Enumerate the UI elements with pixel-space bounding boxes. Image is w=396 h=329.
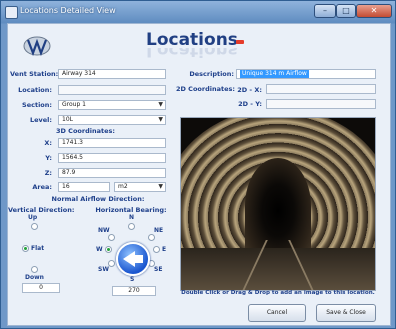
bearing-e-label: E <box>162 246 167 253</box>
radio-bearing-ne[interactable] <box>148 234 155 241</box>
bearing-s-label: S <box>130 276 135 283</box>
x-coordinate-input[interactable]: 1741.3 <box>58 138 166 148</box>
y-label: Y: <box>45 154 52 162</box>
radio-flat[interactable] <box>22 245 29 252</box>
level-label: Level: <box>29 116 52 124</box>
vent-station-input[interactable]: Airway 314 <box>58 69 166 79</box>
bearing-ne-label: NE <box>154 227 164 234</box>
coord-2d-y-input[interactable] <box>266 99 376 109</box>
radio-up[interactable] <box>31 223 38 230</box>
description-selected-text: Unique 314 m Airflow <box>240 70 309 78</box>
coords-3d-label: 3D Coordinates: <box>56 127 115 135</box>
radio-bearing-w[interactable] <box>105 246 112 253</box>
radio-bearing-n[interactable] <box>128 223 135 230</box>
compass-dial[interactable] <box>116 242 150 276</box>
page-title-reflection: Locations <box>146 48 238 60</box>
level-select[interactable]: 10L ▼ <box>58 115 166 125</box>
radio-bearing-e[interactable] <box>153 246 160 253</box>
section-label: Section: <box>22 101 52 109</box>
horizontal-bearing-label: Horizontal Bearing: <box>95 206 167 214</box>
location-label: Location: <box>18 86 52 94</box>
area-unit-select[interactable]: m2 ▼ <box>114 182 166 192</box>
up-label: Up <box>28 214 38 221</box>
close-button[interactable]: ✕ <box>356 4 392 18</box>
location-image-dropzone[interactable] <box>180 117 376 291</box>
bearing-n-label: N <box>129 214 135 221</box>
chevron-down-icon[interactable]: ▼ <box>158 183 163 191</box>
bearing-value-field[interactable]: 270 <box>112 286 156 296</box>
cancel-button[interactable]: Cancel <box>248 304 306 322</box>
image-hint-text: Double Click or Drag & Drop to add an im… <box>181 290 375 296</box>
flat-label: Flat <box>31 245 45 252</box>
status-indicator <box>236 40 244 44</box>
z-label: Z: <box>44 169 52 177</box>
section-value: Group 1 <box>62 101 86 108</box>
description-label: Description: <box>189 70 234 78</box>
radio-bearing-nw[interactable] <box>108 234 115 241</box>
radio-down[interactable] <box>31 266 38 273</box>
location-input[interactable] <box>58 85 166 95</box>
main-window: Locations Detailed View – □ ✕ Locations … <box>0 0 396 329</box>
area-input[interactable]: 16 <box>58 182 110 192</box>
app-icon <box>5 6 18 19</box>
area-unit-value: m2 <box>118 183 128 190</box>
bearing-se-label: SE <box>154 266 163 273</box>
maximize-button[interactable]: □ <box>336 4 356 18</box>
bearing-sw-label: SW <box>98 266 109 273</box>
vertical-value-field[interactable]: 0 <box>22 283 60 293</box>
chevron-down-icon[interactable]: ▼ <box>158 101 163 109</box>
vent-station-label: Vent Station: <box>10 70 59 78</box>
coord-2d-x-label: 2D - X: <box>237 86 262 94</box>
chevron-down-icon[interactable]: ▼ <box>158 116 163 124</box>
airflow-label: Normal Airflow Direction: <box>51 195 145 203</box>
title-bar[interactable]: Locations Detailed View – □ ✕ <box>1 1 395 23</box>
bearing-nw-label: NW <box>98 227 110 234</box>
area-label: Area: <box>32 183 52 191</box>
x-label: X: <box>44 139 52 147</box>
down-label: Down <box>25 274 44 281</box>
bearing-w-label: W <box>96 246 103 253</box>
logo-icon <box>23 36 51 57</box>
description-input[interactable]: Unique 314 m Airflow <box>236 69 376 79</box>
vertical-direction-label: Vertical Direction: <box>8 206 75 214</box>
level-value: 10L <box>62 116 73 123</box>
z-coordinate-input[interactable]: 87.9 <box>58 168 166 178</box>
save-close-button[interactable]: Save & Close <box>316 304 376 322</box>
coord-2d-x-input[interactable] <box>266 84 376 94</box>
coord-2d-y-label: 2D - Y: <box>238 100 262 108</box>
radio-bearing-sw[interactable] <box>108 260 115 267</box>
form-panel: Locations Locations Vent Station: Airway… <box>7 23 391 326</box>
section-select[interactable]: Group 1 ▼ <box>58 100 166 110</box>
y-coordinate-input[interactable]: 1564.5 <box>58 153 166 163</box>
minimize-button[interactable]: – <box>314 4 336 18</box>
window-title: Locations Detailed View <box>20 6 116 15</box>
